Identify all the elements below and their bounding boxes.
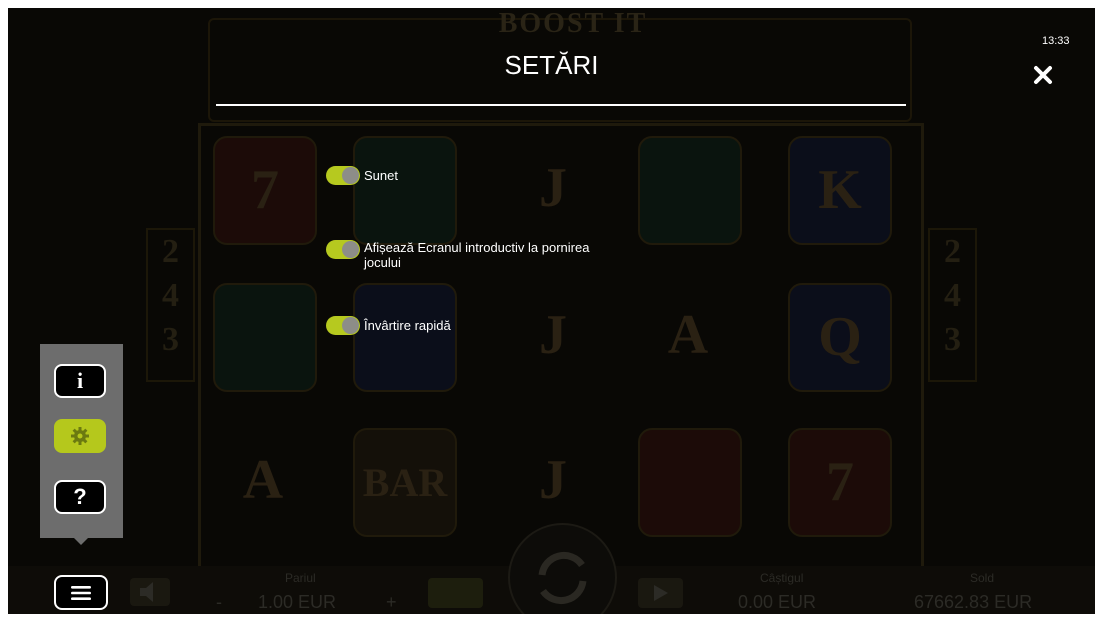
bet-value: 1.00 EUR (258, 592, 337, 612)
setting-label: Afișează Ecranul introductiv la pornirea… (364, 240, 590, 270)
info-icon: i (76, 368, 84, 393)
toggle-knob (342, 317, 359, 334)
menu-button[interactable] (54, 575, 108, 610)
setting-quick-spin: Învârtire rapidă (326, 316, 451, 335)
ways-digit: 3 (944, 321, 961, 358)
reel-symbol: 7 (213, 136, 317, 245)
toggle-knob (342, 241, 359, 258)
reel-symbol-clover (353, 136, 457, 245)
toggle-knob (342, 167, 359, 184)
menu-pointer (74, 538, 88, 545)
reel-symbol-clover (638, 136, 742, 245)
help-icon: ? (73, 484, 87, 509)
reel-symbol: 7 (788, 428, 892, 537)
sound-button[interactable] (130, 578, 170, 606)
settings-button[interactable] (54, 419, 106, 453)
reel-symbol: BAR (353, 428, 457, 537)
setting-intro-screen: Afișează Ecranul introductiv la pornirea… (326, 238, 624, 270)
bet-increase-button[interactable]: + (386, 592, 397, 613)
setting-label: Învârtire rapidă (364, 318, 451, 333)
ways-digit: 3 (162, 321, 179, 358)
close-settings-button[interactable] (1030, 62, 1056, 88)
reel-symbol: Q (788, 283, 892, 392)
game-screen: BOOST IT 2 4 3 2 4 3 7 J K J A Q A BAR J… (8, 8, 1095, 614)
settings-title: SETĂRI (504, 50, 599, 80)
play-button[interactable] (638, 578, 683, 608)
info-button[interactable]: i (54, 364, 106, 398)
sound-toggle[interactable] (326, 166, 360, 185)
bet-decrease-button[interactable]: - (216, 592, 222, 613)
reel-symbol-cherry (638, 428, 742, 537)
setting-sound: Sunet (326, 166, 398, 185)
ways-digit: 4 (944, 277, 961, 314)
balance-value: 67662.83 EUR (914, 592, 1033, 612)
spin-button[interactable] (508, 523, 617, 614)
reel-symbol-diamond (353, 283, 457, 392)
reel-symbol: J (539, 304, 567, 366)
setting-label: Sunet (364, 168, 398, 183)
quick-spin-toggle[interactable] (326, 316, 360, 335)
reel-symbol: A (242, 449, 284, 511)
spin-icon (538, 552, 587, 604)
reel-symbol: K (788, 136, 892, 245)
reel-symbol: J (539, 157, 567, 219)
balance-label: Sold (970, 571, 995, 585)
intro-screen-toggle[interactable] (326, 240, 360, 259)
play-icon (654, 585, 668, 601)
gear-icon (71, 427, 89, 445)
reel-symbol: J (539, 449, 567, 511)
win-value: 0.00 EUR (738, 592, 817, 612)
speaker-icon (140, 582, 153, 602)
reel-symbol: A (667, 304, 709, 366)
win-label: Câștigul (760, 571, 804, 585)
title-divider (216, 104, 906, 106)
ways-panel-right: 2 4 3 (928, 228, 977, 382)
hamburger-icon (71, 585, 91, 600)
game-logo: BOOST IT (498, 8, 648, 39)
ways-digit: 2 (944, 233, 961, 270)
reel-symbol-clover (213, 283, 317, 392)
ways-panel-left: 2 4 3 (146, 228, 195, 382)
close-icon (1034, 66, 1052, 84)
side-menu: i ? (40, 344, 123, 538)
autoplay-button[interactable] (428, 578, 483, 608)
clock: 13:33 (1042, 35, 1070, 47)
ways-digit: 2 (162, 233, 179, 270)
ways-digit: 4 (162, 277, 179, 314)
bet-label: Pariul (285, 571, 316, 585)
game-background: BOOST IT 2 4 3 2 4 3 7 J K J A Q A BAR J… (8, 8, 1095, 614)
help-button[interactable]: ? (54, 480, 106, 514)
